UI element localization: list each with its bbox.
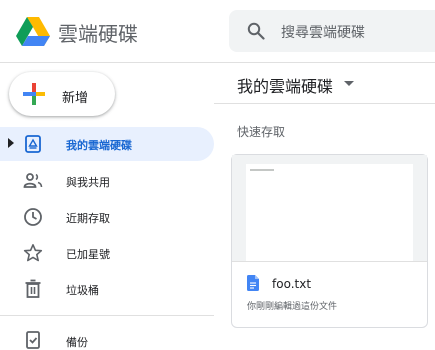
- doc-icon: [247, 275, 259, 291]
- file-activity: 你剛剛編輯過這份文件: [247, 302, 338, 312]
- drive-logo-icon[interactable]: [16, 15, 50, 47]
- plus-icon: [23, 83, 45, 105]
- preview-page: [246, 164, 413, 261]
- page-title[interactable]: 我的雲端硬碟: [237, 73, 333, 97]
- sidebar-item-label[interactable]: 與我共用: [66, 174, 110, 190]
- star-icon: [23, 243, 43, 262]
- sidebar-item-label[interactable]: 已加星號: [66, 246, 110, 262]
- file-name[interactable]: foo.txt: [272, 277, 311, 291]
- backup-icon: [26, 331, 40, 349]
- sidebar-item-label[interactable]: 近期存取: [66, 210, 110, 226]
- sidebar-divider: [0, 315, 214, 316]
- my-drive-icon: [25, 135, 41, 153]
- expand-arrow-icon[interactable]: [8, 138, 14, 148]
- card-divider: [232, 261, 427, 262]
- chevron-down-icon[interactable]: [344, 81, 354, 86]
- clock-icon: [24, 208, 42, 226]
- sidebar-item-label[interactable]: 垃圾桶: [66, 282, 99, 298]
- preview-text-line: [250, 169, 274, 171]
- app-title[interactable]: 雲端硬碟: [58, 18, 138, 47]
- search-input[interactable]: 搜尋雲端硬碟: [281, 22, 365, 42]
- new-button-label: 新增: [62, 91, 89, 106]
- trash-icon: [25, 279, 41, 298]
- main-divider: [214, 103, 435, 104]
- quick-access-heading: 快速存取: [237, 125, 286, 139]
- sidebar-item-label: 我的雲端硬碟: [66, 139, 132, 152]
- shared-people-icon: [23, 173, 43, 188]
- search-icon[interactable]: [247, 22, 265, 40]
